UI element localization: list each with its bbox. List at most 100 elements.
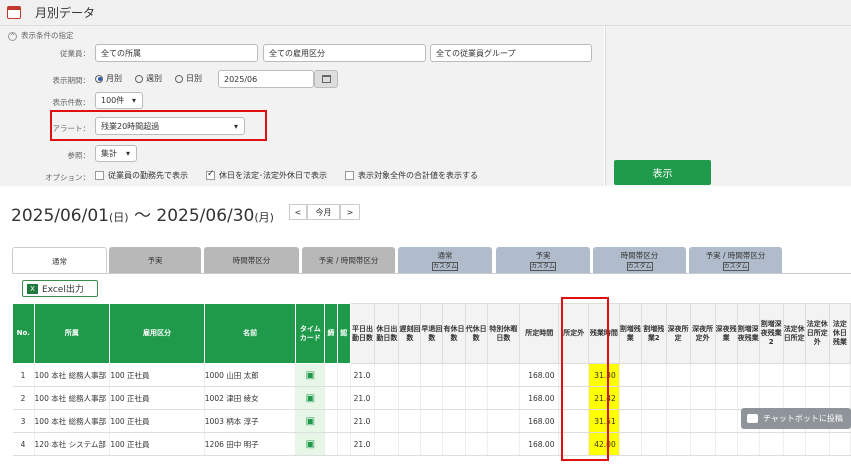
tab-normal[interactable]: 通常: [12, 247, 107, 273]
prev-month-button[interactable]: <: [289, 204, 307, 220]
name-cell: 1002 津田 綾女: [204, 386, 297, 410]
column-header[interactable]: 有休日数: [442, 303, 466, 364]
empty-cell: [829, 386, 851, 410]
empty-cell: [465, 432, 488, 456]
employee-group-field[interactable]: 全ての従業員グループ: [430, 44, 592, 62]
period-input[interactable]: 2025/06: [218, 70, 314, 88]
calendar-picker-button[interactable]: [314, 70, 338, 88]
empty-cell: [374, 409, 400, 433]
period-radio-monthly[interactable]: 月別: [95, 73, 122, 84]
option-legal-holiday[interactable]: 休日を法定･法定外休日で表示: [206, 169, 327, 181]
dept-cell: 100 本社 総務人事部: [34, 363, 111, 387]
option-text: 休日を法定･法定外休日で表示: [219, 171, 327, 180]
excel-export-button[interactable]: X Excel出力: [22, 280, 98, 297]
column-header[interactable]: 遅刻回数: [398, 303, 422, 364]
ref-select[interactable]: 集計: [95, 145, 137, 162]
timecard-icon[interactable]: ▣: [295, 409, 326, 433]
scheduled-hours-cell: 168.00: [519, 386, 560, 410]
this-month-button[interactable]: 今月: [307, 204, 340, 220]
empty-cell: [641, 409, 667, 433]
tab-yojitsu[interactable]: 予実: [109, 247, 201, 273]
option-label: オプション：: [45, 173, 90, 182]
chatbot-button[interactable]: チャットボットに投稿: [741, 408, 851, 429]
column-header[interactable]: 早退回数: [420, 303, 444, 364]
section-toggle[interactable]: ^ 表示条件の指定: [8, 30, 74, 41]
range-end-dow: (月): [254, 211, 274, 224]
column-header[interactable]: 認: [336, 303, 351, 364]
column-header[interactable]: 割増深夜残業2: [758, 303, 784, 364]
column-header[interactable]: タイムカード: [295, 303, 326, 364]
timecard-icon[interactable]: ▣: [295, 432, 326, 456]
empty-cell: [337, 409, 351, 433]
timecard-icon[interactable]: ▣: [295, 363, 326, 387]
filter-panel: ^ 表示条件の指定 従業員： 全ての所属 全ての雇用区分 全ての従業員グループ 表…: [0, 26, 604, 186]
column-header[interactable]: 深夜所定: [665, 303, 691, 364]
empty-cell: [783, 386, 806, 410]
section-toggle-label: 表示条件の指定: [21, 31, 74, 40]
weekday-days-cell: 21.0: [350, 363, 376, 387]
name-cell: 1000 山田 太郎: [204, 363, 297, 387]
empty-cell: [487, 409, 521, 433]
next-month-button[interactable]: >: [340, 204, 360, 220]
range-start: 2025/06/01: [11, 206, 109, 226]
row-number: 2: [12, 386, 35, 410]
column-header[interactable]: 雇用区分: [109, 303, 205, 364]
checkbox-icon: [345, 171, 354, 180]
table-row[interactable]: 1 100 本社 総務人事部 100 正社員 1000 山田 太郎 ▣ 21.0 168.0…: [12, 363, 851, 387]
column-header[interactable]: 代休日数: [464, 303, 488, 364]
empty-cell: [337, 386, 351, 410]
column-header[interactable]: 法定休日残業: [828, 303, 851, 364]
table-row[interactable]: 4 120 本社 システム部 100 正社員 1206 田中 明子 ▣ 21.0 168.0…: [12, 432, 851, 456]
page-title: 月別データ: [35, 6, 96, 20]
tab-label: 時間帯区分: [620, 251, 659, 260]
empty-cell: [690, 432, 716, 456]
option-work-location[interactable]: 従業員の勤務先で表示: [95, 170, 188, 181]
count-select[interactable]: 100件: [95, 92, 143, 109]
column-header[interactable]: 割増残業: [618, 303, 642, 364]
employment-type-field[interactable]: 全ての雇用区分: [263, 44, 426, 62]
timecard-icon[interactable]: ▣: [295, 386, 326, 410]
tab-yojitsu-timeband-custom[interactable]: 予実 / 時間帯区分 カスタム: [689, 247, 782, 273]
empty-cell: [324, 432, 338, 456]
chatbot-label: チャットボットに投稿: [763, 414, 843, 423]
table-row[interactable]: 3 100 本社 総務人事部 100 正社員 1003 柄本 淳子 ▣ 21.0 168.0…: [12, 409, 851, 433]
column-header[interactable]: 休日出勤日数: [374, 303, 400, 364]
period-radio-daily[interactable]: 日別: [175, 73, 202, 84]
column-header[interactable]: 締: [324, 303, 338, 364]
scheduled-hours-cell: 168.00: [519, 409, 560, 433]
empty-cell: [374, 432, 400, 456]
table-row[interactable]: 2 100 本社 総務人事部 100 正社員 1002 津田 綾女 ▣ 21.0 168.0…: [12, 386, 851, 410]
tab-sub-label: カスタム: [626, 262, 653, 271]
tab-label: 通常: [437, 251, 453, 260]
tab-normal-custom[interactable]: 通常 カスタム: [398, 247, 492, 273]
column-header[interactable]: 所定時間: [519, 303, 560, 364]
column-header[interactable]: 所属: [33, 303, 111, 364]
column-header[interactable]: 割増残業2: [640, 303, 667, 364]
empty-cell: [398, 432, 422, 456]
tab-timeband-custom[interactable]: 時間帯区分 カスタム: [593, 247, 686, 273]
column-header[interactable]: No.: [12, 303, 35, 364]
tab-yojitsu-timeband[interactable]: 予実 / 時間帯区分: [302, 247, 395, 273]
column-header[interactable]: 法定休日所定: [782, 303, 806, 364]
range-separator: 〜: [128, 206, 157, 226]
column-header[interactable]: 深夜残業: [714, 303, 738, 364]
tab-timeband[interactable]: 時間帯区分: [204, 247, 299, 273]
empty-cell: [666, 386, 691, 410]
empty-cell: [420, 386, 444, 410]
period-option-label: 月別: [106, 74, 122, 83]
column-header[interactable]: 特別休暇日数: [486, 303, 521, 364]
column-header[interactable]: 名前: [203, 303, 297, 364]
column-header[interactable]: 割増深夜残業: [736, 303, 760, 364]
name-cell: 1003 柄本 淳子: [204, 409, 297, 433]
period-radio-weekly[interactable]: 週別: [135, 73, 162, 84]
tab-yojitsu-custom[interactable]: 予実 カスタム: [496, 247, 590, 273]
row-number: 1: [12, 363, 35, 387]
column-header[interactable]: 平日出勤日数: [349, 303, 376, 364]
dept-field[interactable]: 全ての所属: [95, 44, 258, 62]
column-header[interactable]: 深夜所定外: [689, 303, 716, 364]
column-header[interactable]: 法定休日所定外: [804, 303, 830, 364]
option-total[interactable]: 表示対象全件の合計値を表示する: [345, 170, 478, 181]
show-button[interactable]: 表示: [614, 160, 711, 185]
emp-type-cell: 100 正社員: [109, 432, 205, 456]
tab-label: 時間帯区分: [232, 256, 271, 265]
